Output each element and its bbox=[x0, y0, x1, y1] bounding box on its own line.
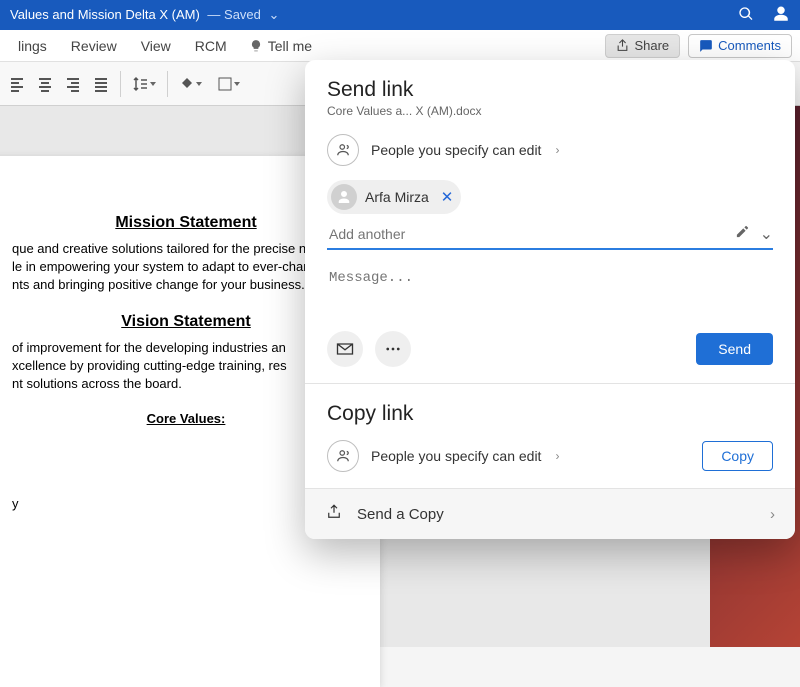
line-spacing-icon[interactable] bbox=[129, 73, 159, 95]
permissions-icon bbox=[327, 440, 359, 472]
copy-permission-row[interactable]: People you specify can edit › bbox=[327, 440, 702, 472]
chevron-right-icon: › bbox=[555, 449, 559, 463]
tab-view[interactable]: View bbox=[129, 38, 183, 54]
send-button[interactable]: Send bbox=[696, 333, 773, 365]
send-link-section: Send link Core Values a... X (AM).docx P… bbox=[305, 60, 795, 383]
chevron-right-icon: › bbox=[770, 506, 775, 523]
tell-me[interactable]: Tell me bbox=[239, 38, 322, 54]
share-button[interactable]: Share bbox=[605, 34, 680, 58]
title-text: Values and Mission Delta X (AM) — Saved … bbox=[10, 7, 720, 23]
message-input[interactable] bbox=[327, 268, 773, 326]
more-icon[interactable] bbox=[375, 331, 411, 367]
mail-icon[interactable] bbox=[327, 331, 363, 367]
align-right-icon[interactable] bbox=[62, 73, 84, 95]
comments-label: Comments bbox=[718, 38, 781, 53]
people-icon[interactable] bbox=[772, 5, 790, 26]
send-copy-icon bbox=[325, 503, 343, 525]
shading-icon[interactable] bbox=[176, 73, 206, 95]
doc-title: Values and Mission Delta X (AM) bbox=[10, 7, 200, 22]
ribbon-tabs: lings Review View RCM Tell me Share Comm… bbox=[0, 30, 800, 62]
tell-me-label: Tell me bbox=[268, 38, 312, 54]
chevron-right-icon: › bbox=[555, 143, 559, 157]
permissions-chevron-icon[interactable]: ⌄ bbox=[760, 224, 773, 244]
saved-status[interactable]: — Saved bbox=[207, 7, 260, 22]
copy-link-title: Copy link bbox=[327, 402, 773, 426]
title-bar: Values and Mission Delta X (AM) — Saved … bbox=[0, 0, 800, 30]
align-justify-icon[interactable] bbox=[90, 73, 112, 95]
comments-button[interactable]: Comments bbox=[688, 34, 792, 58]
share-popover: Send link Core Values a... X (AM).docx P… bbox=[305, 60, 795, 539]
recipient-chip[interactable]: Arfa Mirza ✕ bbox=[327, 180, 461, 214]
avatar-icon bbox=[331, 184, 357, 210]
permission-label: People you specify can edit bbox=[371, 142, 541, 158]
copy-button[interactable]: Copy bbox=[702, 441, 773, 471]
add-recipient-input[interactable] bbox=[327, 225, 725, 243]
send-a-copy-row[interactable]: Send a Copy › bbox=[305, 488, 795, 539]
share-label: Share bbox=[634, 38, 669, 53]
align-left-icon[interactable] bbox=[6, 73, 28, 95]
recipient-name: Arfa Mirza bbox=[365, 189, 429, 205]
remove-recipient-icon[interactable]: ✕ bbox=[441, 188, 454, 206]
borders-icon[interactable] bbox=[214, 73, 244, 95]
send-link-title: Send link bbox=[327, 78, 773, 102]
tab-review[interactable]: Review bbox=[59, 38, 129, 54]
edit-pencil-icon[interactable] bbox=[735, 224, 750, 244]
copy-permission-label: People you specify can edit bbox=[371, 448, 541, 464]
search-icon[interactable] bbox=[738, 6, 754, 25]
share-filename: Core Values a... X (AM).docx bbox=[327, 104, 773, 118]
permissions-icon bbox=[327, 134, 359, 166]
title-chevron-icon[interactable]: ⌄ bbox=[269, 7, 280, 22]
add-recipient-row: ⌄ bbox=[327, 224, 773, 250]
tab-rcm[interactable]: RCM bbox=[183, 38, 239, 54]
align-center-icon[interactable] bbox=[34, 73, 56, 95]
copy-link-section: Copy link People you specify can edit › … bbox=[305, 384, 795, 488]
tab-mailings[interactable]: lings bbox=[6, 38, 59, 54]
permission-row[interactable]: People you specify can edit › bbox=[327, 134, 773, 166]
send-a-copy-label: Send a Copy bbox=[357, 506, 444, 523]
